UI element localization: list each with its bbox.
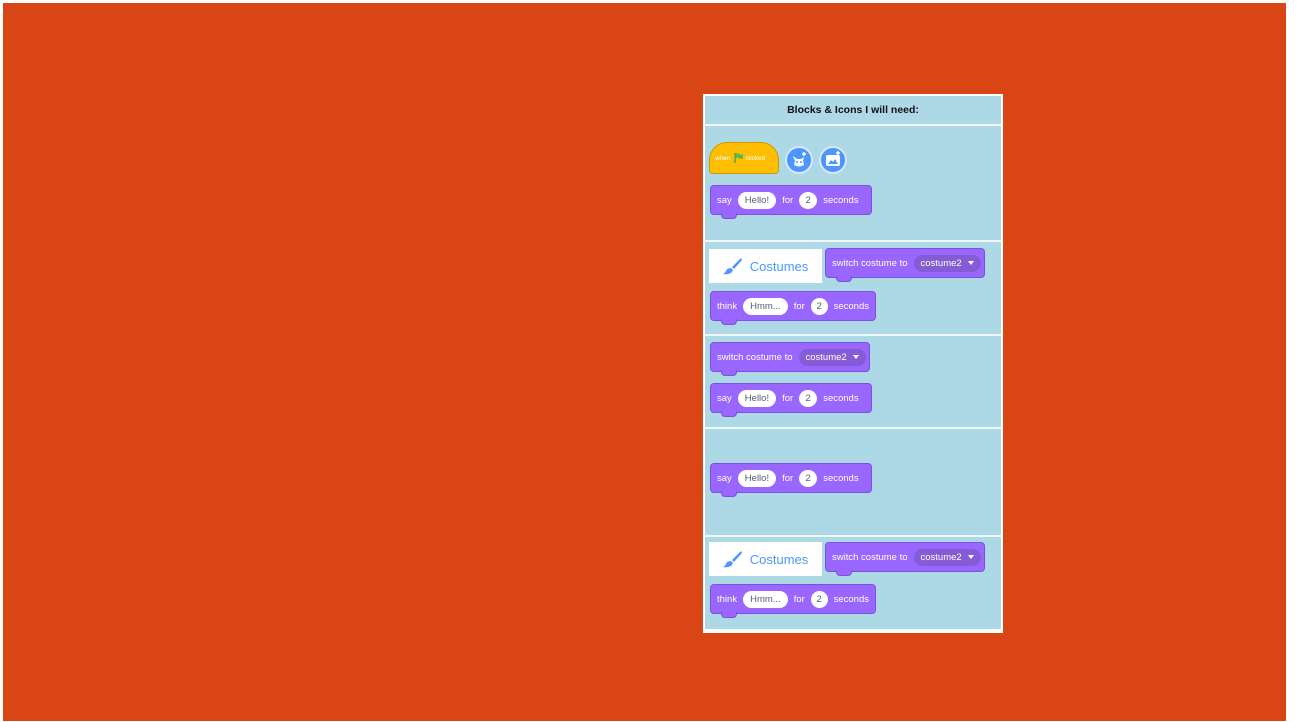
costumes-tab[interactable]: Costumes	[709, 249, 822, 283]
think-message-input[interactable]: Hmm...	[743, 590, 788, 608]
row-divider	[705, 334, 1001, 336]
costume-dropdown[interactable]: costume2	[913, 254, 981, 272]
switch-costume-label: switch costume to	[717, 351, 793, 363]
costumes-tab-label: Costumes	[749, 551, 809, 567]
say-seconds-text: seconds	[823, 472, 859, 484]
think-seconds-text: seconds	[833, 300, 869, 312]
when-flag-clicked-block[interactable]: when clicked	[709, 142, 779, 174]
row-divider	[705, 240, 1001, 242]
think-for-seconds-block[interactable]: think Hmm... for 2 seconds	[710, 291, 876, 325]
block-notch	[721, 411, 737, 417]
panel-title: Blocks & Icons I will need:	[787, 104, 919, 116]
row-divider	[705, 124, 1001, 126]
switch-costume-label: switch costume to	[832, 257, 908, 269]
costumes-tab-label: Costumes	[749, 258, 809, 274]
row-divider	[705, 427, 1001, 429]
block-notch	[721, 612, 737, 618]
say-verb: say	[717, 392, 732, 404]
switch-costume-block[interactable]: switch costume to costume2	[710, 342, 870, 376]
dropdown-arrow-icon	[967, 555, 974, 559]
blocks-table: Blocks & Icons I will need: when clicked	[705, 96, 1001, 629]
blocks-panel: Blocks & Icons I will need: when clicked	[703, 94, 1003, 633]
say-for-seconds-block[interactable]: say Hello! for 2 seconds	[710, 185, 872, 219]
think-verb: think	[717, 593, 738, 605]
think-for-text: for	[793, 300, 805, 312]
say-message-input[interactable]: Hello!	[737, 389, 777, 407]
costume-dropdown-value: costume2	[920, 551, 962, 563]
costume-dropdown-value: costume2	[805, 351, 847, 363]
choose-sprite-icon	[793, 152, 806, 167]
green-flag-icon	[734, 153, 743, 163]
block-notch	[721, 491, 737, 497]
choose-backdrop-button[interactable]	[819, 146, 847, 174]
say-verb: say	[717, 194, 732, 206]
say-verb: say	[717, 472, 732, 484]
row-divider	[705, 535, 1001, 537]
costume-dropdown[interactable]: costume2	[798, 348, 866, 366]
say-for-text: for	[782, 392, 794, 404]
costumes-tab[interactable]: Costumes	[709, 542, 822, 576]
think-verb: think	[717, 300, 738, 312]
think-message-input[interactable]: Hmm...	[743, 297, 788, 315]
say-seconds-text: seconds	[823, 194, 859, 206]
dropdown-arrow-icon	[852, 355, 859, 359]
costume-dropdown[interactable]: costume2	[913, 548, 981, 566]
slide-background	[3, 3, 1286, 721]
say-for-seconds-block[interactable]: say Hello! for 2 seconds	[710, 463, 872, 497]
block-notch	[836, 570, 852, 576]
say-seconds-text: seconds	[823, 392, 859, 404]
switch-costume-label: switch costume to	[832, 551, 908, 563]
say-seconds-input[interactable]: 2	[799, 469, 818, 487]
say-message-input[interactable]: Hello!	[737, 191, 777, 209]
paintbrush-icon	[722, 551, 742, 568]
say-for-text: for	[782, 194, 794, 206]
hat-when-text: when	[715, 154, 731, 162]
block-notch	[836, 276, 852, 282]
choose-backdrop-icon	[826, 151, 840, 166]
think-seconds-input[interactable]: 2	[810, 590, 828, 608]
think-for-seconds-block[interactable]: think Hmm... for 2 seconds	[710, 584, 876, 618]
think-for-text: for	[793, 593, 805, 605]
hat-clicked-text: clicked	[745, 154, 766, 162]
dropdown-arrow-icon	[967, 261, 974, 265]
paintbrush-icon	[722, 258, 742, 275]
switch-costume-block[interactable]: switch costume to costume2	[825, 248, 985, 282]
think-seconds-text: seconds	[833, 593, 869, 605]
costume-dropdown-value: costume2	[920, 257, 962, 269]
say-seconds-input[interactable]: 2	[799, 191, 818, 209]
say-for-text: for	[782, 472, 794, 484]
say-seconds-input[interactable]: 2	[799, 389, 818, 407]
choose-sprite-button[interactable]	[785, 146, 813, 174]
think-seconds-input[interactable]: 2	[810, 297, 828, 315]
switch-costume-block[interactable]: switch costume to costume2	[825, 542, 985, 576]
say-for-seconds-block[interactable]: say Hello! for 2 seconds	[710, 383, 872, 417]
block-notch	[721, 213, 737, 219]
say-message-input[interactable]: Hello!	[737, 469, 777, 487]
block-notch	[721, 370, 737, 376]
block-notch	[721, 319, 737, 325]
